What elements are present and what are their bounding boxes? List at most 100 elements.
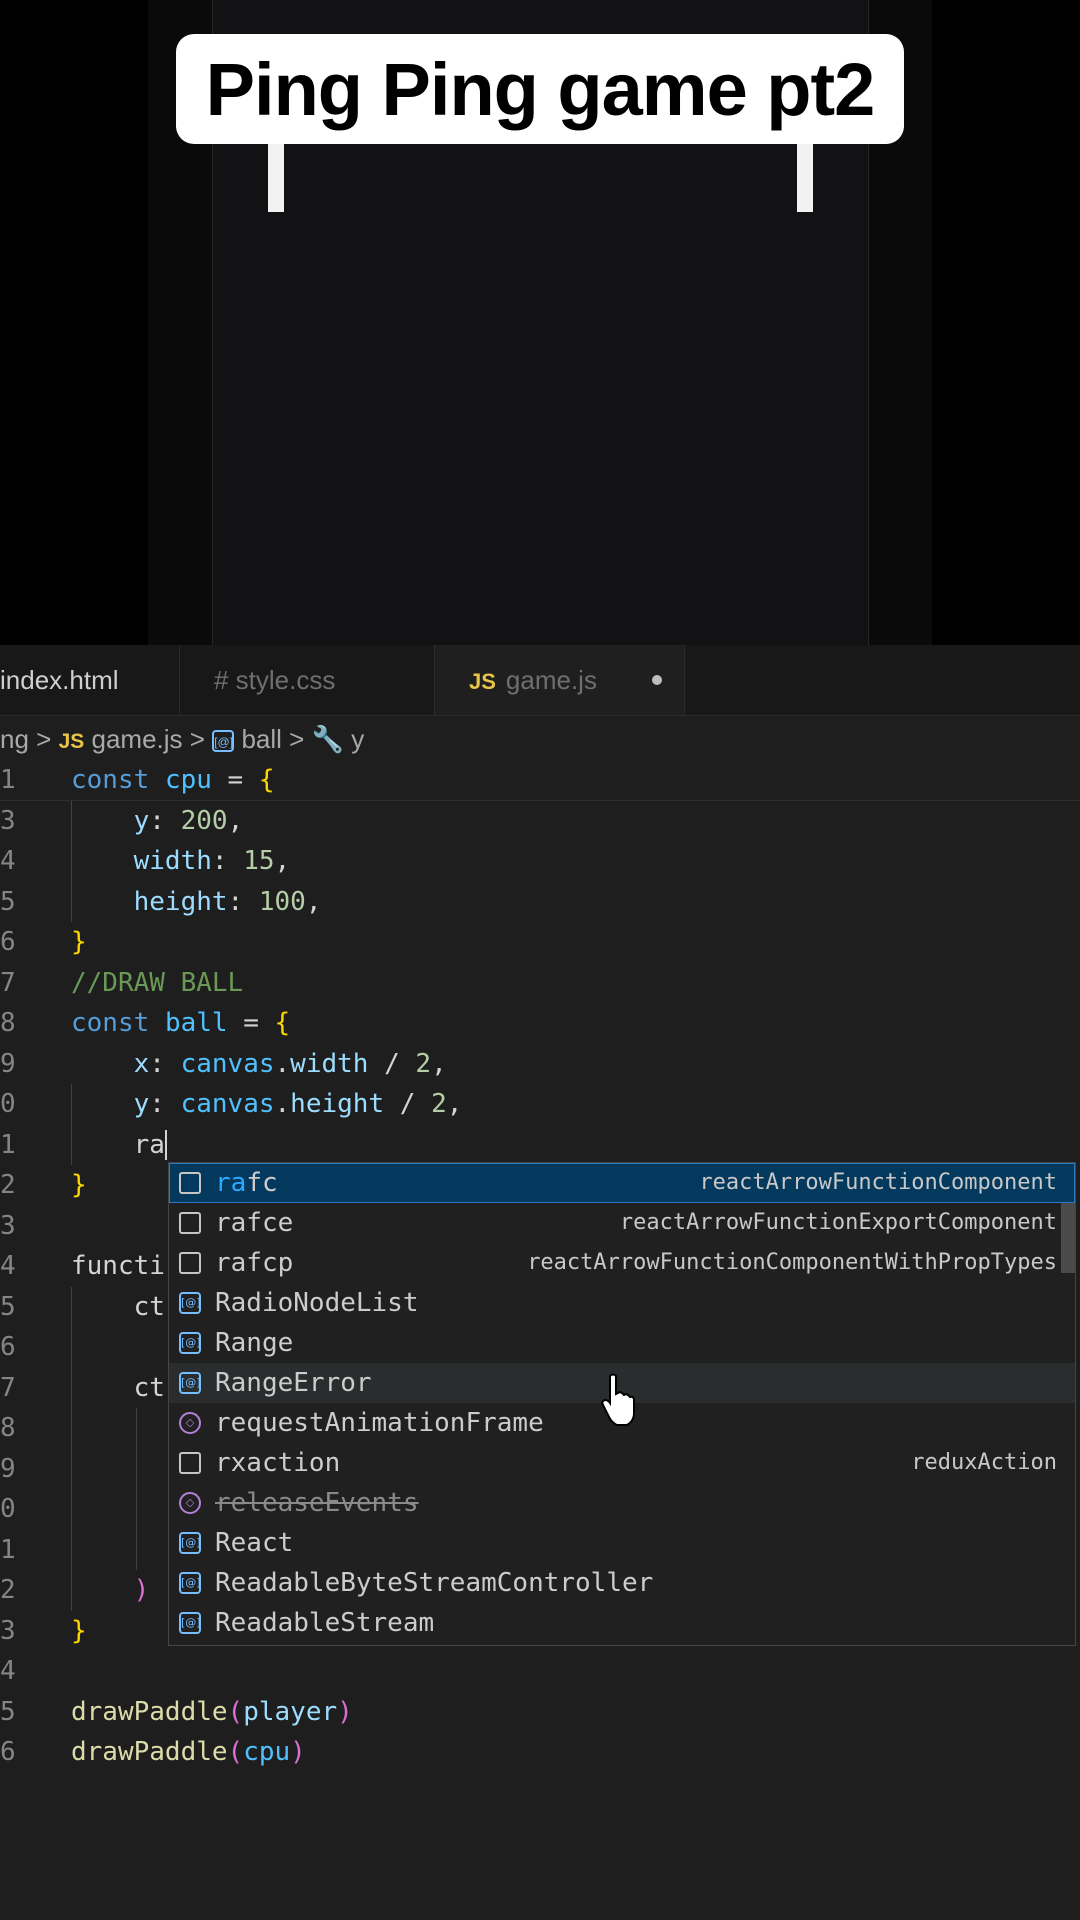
suggestion-item[interactable]: [@] ReadableByteStreamController [169,1563,1075,1603]
line-text: y: canvas.height / 2, [133,1089,463,1119]
code-line: 1 const cpu = { [0,760,1080,800]
suggestion-item[interactable]: rxaction reduxAction [169,1443,1075,1483]
tab-game-js[interactable]: JS game.js [435,645,685,715]
chevron-right-icon: > [189,724,213,754]
line-text: height: 100, [133,886,322,917]
indent-guide [71,1084,72,1165]
suggestion-text: React [215,1528,294,1558]
variable-icon: [@] [179,1372,201,1394]
line-number: 7 [0,1372,16,1403]
text-cursor [164,1130,167,1160]
line-number: 0 [0,1494,16,1524]
suggestion-text: rafcp [215,1248,294,1278]
breadcrumb: ng > JS game.js > [@] ball > 🔧 y [0,718,1080,760]
line-text: width: 15, [133,846,291,876]
line-text: drawPaddle(player) [71,1696,353,1727]
suggestion-label: ReadableStream [215,1603,434,1643]
suggestion-label: RangeError [215,1363,372,1403]
line-number: 8 [0,1413,16,1443]
suggestion-item[interactable]: rafcp reactArrowFunctionComponentWithProp… [169,1243,1075,1283]
suggestion-label: requestAnimationFrame [215,1403,544,1443]
suggestion-item[interactable]: [@] React [169,1523,1075,1563]
line-number: 1 [0,1129,16,1160]
suggestion-item[interactable]: ◇ releaseEvents [169,1483,1075,1523]
breadcrumb-file[interactable]: game.js [92,724,183,754]
breadcrumb-property[interactable]: y [351,724,364,754]
suggestion-text: RangeError [215,1368,372,1398]
line-number: 2 [0,1170,16,1200]
tab-style-css[interactable]: # style.css [180,645,435,715]
tab-label: # style.css [214,665,336,695]
unsaved-dot-icon [652,675,662,685]
code-line: 9 x: canvas.width / 2, [0,1044,1080,1084]
video-area: Ping Ping game pt2 [0,0,1080,683]
suggestion-label: Range [215,1323,293,1363]
hand-pointer-icon [601,1373,635,1426]
suggestion-match: ra [215,1168,247,1198]
suggestion-text: Range [215,1328,294,1358]
suggestion-item[interactable]: [@] Range [169,1323,1075,1363]
line-number: 1 [0,765,16,795]
code-line: 6} [0,922,1080,962]
line-text: //DRAW BALL [71,967,244,998]
chevron-right-icon: > [36,724,59,754]
suggestion-detail: reactArrowFunctionExportComponent [619,1210,1057,1235]
line-text: drawPaddle(cpu) [71,1737,306,1767]
code-line: 8 const ball = { [0,1003,1080,1043]
breadcrumb-folder[interactable]: ng [0,724,29,754]
code-line: 4 width: 15, [0,841,1080,881]
suggestion-detail: reactArrowFunctionComponent [699,1170,1057,1195]
tab-label: index.html [0,665,119,695]
line-text: x: canvas.width / 2, [133,1048,447,1079]
line-text: } [71,927,87,957]
snippet-icon [179,1452,201,1474]
line-number: 0 [0,1089,16,1119]
snippet-icon [179,1172,201,1194]
variable-icon: [@] [179,1332,201,1354]
snippet-icon [179,1212,201,1234]
suggestion-text: ReadableByteStreamController [215,1568,654,1598]
video-title: Ping Ping game pt2 [176,34,904,144]
code-line: 4 [0,1651,1080,1691]
method-icon: ◇ [179,1492,201,1514]
line-number: 3 [0,805,16,836]
suggestion-label: releaseEvents [215,1483,419,1523]
cpu-paddle [797,142,813,212]
code-line: 5 drawPaddle(player) [0,1692,1080,1732]
line-number: 5 [0,1696,16,1727]
suggestion-text: requestAnimationFrame [215,1408,544,1438]
line-number: 6 [0,1737,16,1767]
player-paddle [268,142,284,212]
suggestion-item[interactable]: [@] RadioNodeList [169,1283,1075,1323]
suggestion-text: fc [246,1168,278,1198]
variable-icon: [@] [179,1572,201,1594]
variable-icon: [@] [179,1292,201,1314]
suggestion-text: rafce [215,1208,294,1238]
line-number: 7 [0,967,16,998]
line-number: 9 [0,1048,16,1079]
breadcrumb-symbol[interactable]: ball [241,724,281,754]
code-line: 1 ra [0,1125,1080,1165]
suggestion-detail: reactArrowFunctionComponentWithPropTypes [527,1250,1057,1275]
suggestion-item[interactable]: rafc reactArrowFunctionComponent [169,1163,1075,1203]
suggestion-label: rxaction [215,1443,340,1483]
variable-icon: [@] [179,1612,201,1634]
suggestion-label: React [215,1523,293,1563]
suggestion-item[interactable]: rafce reactArrowFunctionExportComponent [169,1203,1075,1243]
line-text: } [71,1170,87,1200]
tab-index-html[interactable]: index.html [0,645,180,715]
js-file-icon: JS [469,669,496,694]
line-number: 6 [0,927,16,957]
suggestion-label: rafce [215,1203,293,1243]
suggestion-text: RadioNodeList [215,1288,419,1318]
suggestion-item[interactable]: [@] ReadableStream [169,1603,1075,1643]
suggestion-text: releaseEvents [215,1488,419,1518]
line-number: 2 [0,1575,16,1605]
indent-guide [136,1408,137,1570]
line-text: ct [133,1291,165,1322]
code-line: 5 height: 100, [0,882,1080,922]
code-line: 0 y: canvas.height / 2, [0,1084,1080,1124]
variable-icon: [@] [179,1532,201,1554]
line-number: 4 [0,1251,16,1281]
line-number: 9 [0,1453,16,1484]
